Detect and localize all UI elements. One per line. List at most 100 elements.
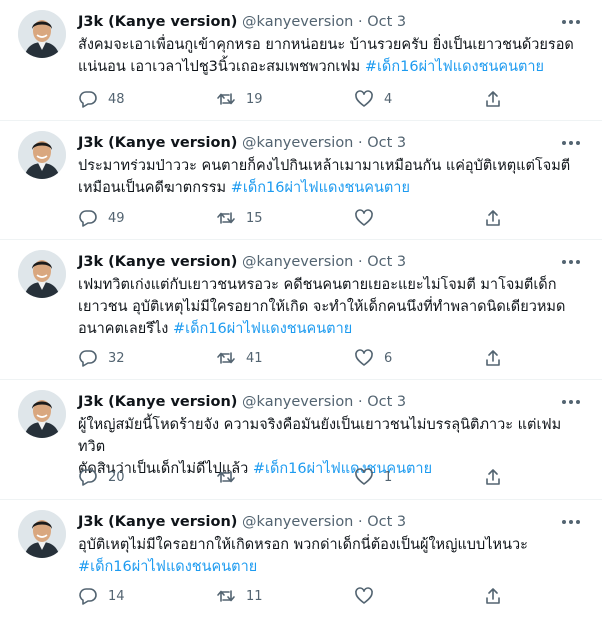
reply-button[interactable]: 48 [78,87,125,111]
reply-button[interactable]: 49 [78,206,125,230]
author-handle[interactable]: @kanyeversion [242,135,353,151]
like-count: 1 [384,469,393,485]
hashtag-link[interactable]: #เด็ก16ผ่าไฟแดงชนคนตาย [231,180,410,196]
separator-dot: · [357,394,363,410]
retweet-button[interactable]: 11 [216,584,263,608]
tweet-header: J3k (Kanye version) @kanyeversion · Oct … [78,392,562,412]
tweet[interactable]: J3k (Kanye version) @kanyeversion · Oct … [0,0,602,121]
more-icon[interactable] [558,392,584,412]
like-button[interactable] [354,206,384,230]
share-icon [486,588,500,604]
share-icon [486,350,500,366]
avatar[interactable] [18,250,66,298]
reply-button[interactable]: 14 [78,584,125,608]
tweet-timestamp[interactable]: Oct 3 [367,254,406,270]
tweet-text-line: อนาคตเลยรึไง [78,321,169,337]
author-handle[interactable]: @kanyeversion [242,14,353,30]
retweet-icon [217,471,235,483]
reply-count: 32 [108,350,125,366]
tweet-actions: 14 11 [78,584,602,608]
author-name[interactable]: J3k (Kanye version) [78,254,237,270]
tweet-text: สังคมจะเอาเพื่อนกูเข้าคุกหรอ ยากหน่อยนะ … [78,34,578,78]
separator-dot: · [357,135,363,151]
tweet-timestamp[interactable]: Oct 3 [367,514,406,530]
hashtag-link[interactable]: #เด็ก16ผ่าไฟแดงชนคนตาย [78,559,257,575]
tweet-timestamp[interactable]: Oct 3 [367,14,406,30]
tweet-timestamp[interactable]: Oct 3 [367,394,406,410]
like-button[interactable] [354,584,384,608]
author-handle[interactable]: @kanyeversion [242,254,353,270]
tweet-text-line: ประมาทร่วมป่าววะ คนตายก็คงไปกินเหล้าเมาม… [78,158,571,174]
heart-icon [355,90,373,107]
reply-button[interactable]: 32 [78,346,125,370]
share-button[interactable] [483,346,513,370]
reply-button[interactable]: 20 [78,465,125,489]
retweet-icon [217,590,235,602]
retweet-count: 41 [246,350,263,366]
author-name[interactable]: J3k (Kanye version) [78,14,237,30]
separator-dot: · [357,14,363,30]
retweet-count: 19 [246,91,263,107]
retweet-count: 11 [246,588,263,604]
author-handle[interactable]: @kanyeversion [242,514,353,530]
heart-icon [355,587,373,604]
tweet-timestamp[interactable]: Oct 3 [367,135,406,151]
retweet-button[interactable]: 41 [216,346,263,370]
tweet-actions: 48 19 4 [78,87,602,111]
reply-icon [79,469,97,486]
hashtag-link[interactable]: #เด็ก16ผ่าไฟแดงชนคนตาย [173,321,352,337]
heart-icon [355,468,373,485]
tweet-text: ประมาทร่วมป่าววะ คนตายก็คงไปกินเหล้าเมาม… [78,155,578,199]
tweet-text-line: ผู้ใหญ่สมัยนี้โหดร้ายจัง ความจริงคือมันย… [78,417,562,455]
tweet[interactable]: J3k (Kanye version) @kanyeversion · Oct … [0,121,602,240]
more-icon[interactable] [558,512,584,532]
author-handle[interactable]: @kanyeversion [242,394,353,410]
tweet-text-line: แน่นอน เอาเวลาไปชู3นิ้วเถอะสมเพชพวกเฟม [78,59,361,75]
tweet-text-line: เหมือนเป็นคดีฆาตกรรม [78,180,227,196]
hashtag-link[interactable]: #เด็ก16ผ่าไฟแดงชนคนตาย [365,59,544,75]
share-icon [486,210,500,226]
retweet-button[interactable]: 19 [216,87,263,111]
author-name[interactable]: J3k (Kanye version) [78,135,237,151]
avatar[interactable] [18,390,66,438]
avatar[interactable] [18,510,66,558]
avatar[interactable] [18,131,66,179]
tweet[interactable]: J3k (Kanye version) @kanyeversion · Oct … [0,380,602,500]
share-button[interactable] [483,87,513,111]
reply-icon [79,210,97,227]
tweet-header: J3k (Kanye version) @kanyeversion · Oct … [78,512,562,532]
like-button[interactable]: 4 [354,87,392,111]
tweet-header: J3k (Kanye version) @kanyeversion · Oct … [78,12,562,32]
tweet-actions: 32 41 6 [78,346,602,370]
tweet-feed: J3k (Kanye version) @kanyeversion · Oct … [0,0,602,620]
more-icon[interactable] [558,12,584,32]
retweet-button[interactable]: 15 [216,206,263,230]
author-name[interactable]: J3k (Kanye version) [78,514,237,530]
more-icon[interactable] [558,133,584,153]
like-button[interactable]: 6 [354,346,392,370]
reply-count: 49 [108,210,125,226]
separator-dot: · [357,514,363,530]
tweet-header: J3k (Kanye version) @kanyeversion · Oct … [78,252,562,272]
share-button[interactable] [483,465,513,489]
retweet-icon [217,352,235,364]
retweet-button[interactable] [216,465,246,489]
share-button[interactable] [483,206,513,230]
avatar[interactable] [18,10,66,58]
reply-count: 20 [108,469,125,485]
tweet[interactable]: J3k (Kanye version) @kanyeversion · Oct … [0,240,602,380]
retweet-count: 15 [246,210,263,226]
reply-count: 48 [108,91,125,107]
more-icon[interactable] [558,252,584,272]
author-name[interactable]: J3k (Kanye version) [78,394,237,410]
like-button[interactable]: 1 [354,465,392,489]
reply-count: 14 [108,588,125,604]
reply-icon [79,588,97,605]
heart-icon [355,349,373,366]
tweet-actions: 20 1 [78,465,602,489]
retweet-icon [217,212,235,224]
share-button[interactable] [483,584,513,608]
tweet[interactable]: J3k (Kanye version) @kanyeversion · Oct … [0,500,602,620]
tweet-text-line: เยาวชน อุบัติเหตุไม่มีใครอยากให้เกิด จะท… [78,299,566,315]
share-icon [486,469,500,485]
